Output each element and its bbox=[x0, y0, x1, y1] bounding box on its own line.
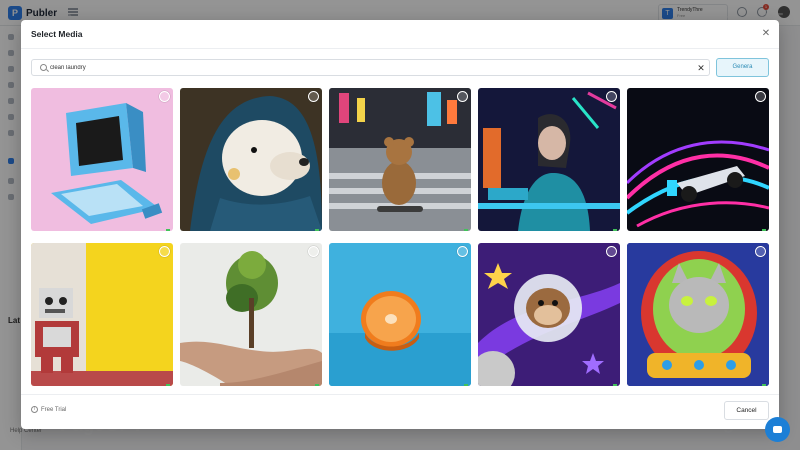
select-checkbox[interactable] bbox=[606, 91, 617, 102]
select-checkbox[interactable] bbox=[457, 246, 468, 257]
select-checkbox[interactable] bbox=[755, 246, 766, 257]
chat-icon[interactable] bbox=[765, 417, 790, 442]
free-trial-note: i Free Trial bbox=[31, 406, 66, 413]
media-tile-cat-astronaut[interactable] bbox=[627, 243, 769, 386]
cat-astronaut-image bbox=[627, 243, 769, 386]
tile-status-mark bbox=[315, 384, 319, 386]
tile-status-mark bbox=[762, 384, 766, 386]
space-monkey-image bbox=[478, 243, 620, 386]
select-media-modal: Select Media ✕ ✕ Genera bbox=[21, 20, 779, 429]
free-trial-label: Free Trial bbox=[41, 406, 67, 413]
tile-status-mark bbox=[315, 229, 319, 231]
tile-status-mark bbox=[166, 384, 170, 386]
select-checkbox[interactable] bbox=[159, 91, 170, 102]
media-tile-tree-in-hand[interactable] bbox=[180, 243, 322, 386]
divider bbox=[21, 48, 779, 49]
media-tile-otter-portrait[interactable] bbox=[180, 88, 322, 231]
tile-status-mark bbox=[464, 229, 468, 231]
media-tile-teddy-bear-skateboard[interactable] bbox=[329, 88, 471, 231]
neon-race-car-image bbox=[627, 88, 769, 231]
modal-title: Select Media bbox=[31, 29, 83, 39]
select-checkbox[interactable] bbox=[755, 91, 766, 102]
tile-status-mark bbox=[166, 229, 170, 231]
clear-icon[interactable]: ✕ bbox=[696, 62, 706, 74]
close-icon[interactable]: ✕ bbox=[761, 29, 771, 39]
otter-portrait-image bbox=[180, 88, 322, 231]
divider bbox=[21, 394, 779, 395]
select-checkbox[interactable] bbox=[308, 246, 319, 257]
tile-status-mark bbox=[464, 384, 468, 386]
media-tile-orange-half[interactable] bbox=[329, 243, 471, 386]
generate-button[interactable]: Genera bbox=[716, 58, 769, 77]
tree-in-hand-image bbox=[180, 243, 322, 386]
search-icon bbox=[40, 64, 47, 71]
media-tile-retro-computer[interactable] bbox=[31, 88, 173, 231]
select-checkbox[interactable] bbox=[457, 91, 468, 102]
teddy-bear-skateboard-image bbox=[329, 88, 471, 231]
tile-status-mark bbox=[762, 229, 766, 231]
media-tile-toy-robot[interactable] bbox=[31, 243, 173, 386]
select-checkbox[interactable] bbox=[606, 246, 617, 257]
retro-computer-image bbox=[31, 88, 173, 231]
select-checkbox[interactable] bbox=[308, 91, 319, 102]
media-grid bbox=[31, 88, 769, 386]
search-box: ✕ bbox=[31, 59, 710, 76]
media-tile-neon-race-car[interactable] bbox=[627, 88, 769, 231]
orange-half-image bbox=[329, 243, 471, 386]
cancel-button[interactable]: Cancel bbox=[724, 401, 769, 420]
toy-robot-image bbox=[31, 243, 173, 386]
info-icon: i bbox=[31, 406, 38, 413]
select-checkbox[interactable] bbox=[159, 246, 170, 257]
media-tile-neon-cyber-girl[interactable] bbox=[478, 88, 620, 231]
tile-status-mark bbox=[613, 384, 617, 386]
neon-cyber-girl-image bbox=[478, 88, 620, 231]
tile-status-mark bbox=[613, 229, 617, 231]
search-input[interactable] bbox=[50, 62, 690, 74]
media-tile-space-monkey[interactable] bbox=[478, 243, 620, 386]
